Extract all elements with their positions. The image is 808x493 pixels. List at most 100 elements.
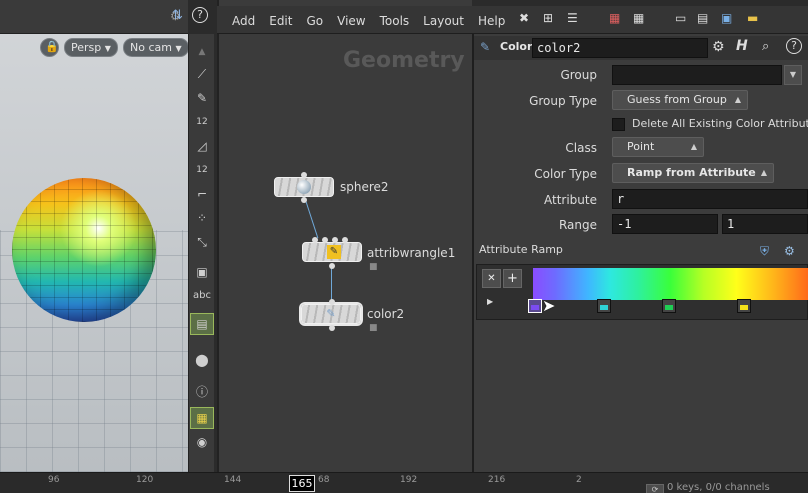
range-max-field[interactable]: 1 — [722, 214, 808, 234]
node-label-color2[interactable]: color2 — [367, 307, 404, 321]
background-image-icon[interactable]: ▤ — [190, 313, 214, 335]
color-node-type-icon: ✎ — [480, 40, 491, 54]
node-output-dot[interactable] — [329, 263, 335, 269]
ramp-options-icon[interactable]: ⚙ — [784, 244, 795, 258]
node-name-field[interactable]: color2 — [532, 38, 708, 58]
scroll-up-icon[interactable]: ▲ — [191, 42, 213, 62]
parameter-header: ✎ Color color2 ⚙ H ⌕ ? — [474, 36, 808, 60]
keys-channels-label: 0 keys, 0/0 channels — [667, 482, 770, 493]
menu-help[interactable]: Help — [471, 8, 512, 34]
display-icon[interactable]: ▭ — [675, 11, 686, 25]
vector-icon[interactable]: ⤡ — [191, 232, 213, 252]
sphere-node-icon — [297, 180, 311, 194]
node-input-dot[interactable] — [329, 299, 335, 305]
menu-go[interactable]: Go — [299, 8, 330, 34]
ramp-key[interactable] — [662, 299, 676, 313]
prim-numbers-icon[interactable]: 12 — [191, 160, 213, 180]
color-type-dropdown[interactable]: Ramp from Attribute ▲ — [612, 163, 774, 183]
group-type-dropdown[interactable]: Guess from Group ▲ — [612, 90, 748, 110]
menu-layout[interactable]: Layout — [416, 8, 471, 34]
node-input-dot[interactable] — [312, 237, 318, 243]
ramp-key[interactable] — [528, 299, 542, 313]
shaded-icon[interactable]: ▣ — [191, 262, 213, 282]
node-attribwrangle1[interactable]: ✎ — [302, 242, 362, 262]
lock-icon: ■ — [369, 323, 378, 333]
node-output-dot[interactable] — [329, 325, 335, 331]
key-swatch — [740, 305, 748, 310]
range-min-field[interactable]: -1 — [612, 214, 718, 234]
node-input-dot[interactable] — [322, 237, 328, 243]
camera-menu[interactable]: No cam ▼ — [123, 38, 188, 57]
class-dropdown[interactable]: Point ▲ — [612, 137, 704, 157]
text-display-label: abc — [193, 290, 211, 301]
scene-viewport[interactable]: ⚙ 🔒 Persp ▼ No cam ▼ — [0, 0, 188, 472]
search-icon[interactable]: ⌕ — [762, 39, 769, 54]
timeline-tick: 144 — [224, 475, 242, 485]
viewport-header-icons: ⇅ ? — [168, 6, 216, 28]
visibility-icon[interactable]: ◉ — [191, 432, 213, 452]
color-palette-icon[interactable]: ▦ — [609, 11, 620, 25]
points-display-icon[interactable]: ⁘ — [191, 208, 213, 228]
curve-icon[interactable]: ⌐ — [191, 184, 213, 204]
tree-icon[interactable]: ⊞ — [543, 11, 553, 25]
ramp-gradient[interactable] — [533, 268, 808, 300]
add-key-button[interactable]: + — [503, 269, 522, 288]
group-field[interactable] — [612, 65, 782, 85]
ramp-key[interactable] — [597, 299, 611, 313]
node-input-dot[interactable] — [332, 237, 338, 243]
attribute-field[interactable]: r — [612, 189, 808, 209]
menu-view[interactable]: View — [330, 8, 372, 34]
menu-bar: Add Edit Go View Tools Layout Help — [225, 8, 512, 34]
ramp-preset-icon[interactable]: ⛨ — [760, 244, 769, 259]
menubar-tools: ✖ ⊞ ☰ ▦ ▦ ▭ ▤ ▣ ▬ — [517, 10, 807, 32]
node-output-dot[interactable] — [301, 197, 307, 203]
wrench-icon[interactable]: ✖ — [519, 11, 529, 25]
grid-display-icon[interactable]: ▦ — [190, 407, 214, 429]
ramp-key[interactable] — [737, 299, 751, 313]
node-label-sphere2[interactable]: sphere2 — [340, 180, 389, 194]
help-h-icon[interactable]: H — [736, 38, 748, 54]
timeline-tick: 192 — [400, 475, 418, 485]
notes-icon[interactable]: ▤ — [697, 11, 708, 25]
info-icon[interactable]: ⓘ — [191, 382, 213, 402]
point-numbers-icon[interactable]: 12 — [191, 112, 213, 132]
gear-icon[interactable]: ⚙ — [712, 39, 725, 55]
point-numbers-label: 12 — [196, 117, 208, 127]
package-icon[interactable]: ▬ — [747, 11, 758, 25]
menu-edit[interactable]: Edit — [262, 8, 299, 34]
delete-attributes-checkbox[interactable] — [612, 118, 625, 131]
group-dropdown-button[interactable]: ▼ — [784, 65, 802, 85]
list-icon[interactable]: ☰ — [567, 11, 578, 25]
current-frame-indicator[interactable]: 165 — [289, 475, 315, 492]
help-circle-icon[interactable]: ? — [192, 7, 208, 23]
node-input-dot[interactable] — [342, 237, 348, 243]
color-type-value: Ramp from Attribute — [627, 166, 756, 179]
remove-key-button[interactable]: ✕ — [482, 269, 501, 288]
node-output-dot[interactable] — [301, 172, 307, 178]
sort-icon[interactable]: ⇅ — [172, 8, 183, 23]
lock-icon: ■ — [369, 262, 378, 272]
class-label: Class — [565, 141, 597, 155]
shape-palette-icon[interactable]: ▦ — [633, 11, 644, 25]
key-swatch — [665, 305, 673, 310]
brush-icon[interactable]: ⟋ — [191, 64, 213, 84]
pin-icon[interactable]: ⬤ — [191, 350, 213, 370]
node-sphere2[interactable] — [274, 177, 334, 197]
camera-lock-button[interactable]: 🔒 — [40, 38, 59, 57]
chevron-down-icon: ▼ — [175, 44, 182, 53]
node-label-attribwrangle1[interactable]: attribwrangle1 — [367, 246, 455, 260]
image-icon[interactable]: ▣ — [721, 11, 732, 25]
updown-icon: ▲ — [734, 95, 741, 104]
expand-ramp-icon[interactable]: ▶ — [487, 297, 493, 306]
perspective-menu[interactable]: Persp ▼ — [64, 38, 118, 57]
updown-icon: ▲ — [690, 142, 697, 151]
menu-add[interactable]: Add — [225, 8, 262, 34]
keys-button[interactable]: ⟳ — [646, 484, 664, 493]
pen-icon[interactable]: ✎ — [191, 88, 213, 108]
text-display-icon[interactable]: abc — [191, 286, 213, 306]
help-circle-icon[interactable]: ? — [786, 38, 802, 54]
group-label: Group — [560, 68, 597, 82]
node-color2[interactable]: ✎ — [301, 304, 361, 324]
sweep-icon[interactable]: ◿ — [191, 136, 213, 156]
menu-tools[interactable]: Tools — [373, 8, 417, 34]
